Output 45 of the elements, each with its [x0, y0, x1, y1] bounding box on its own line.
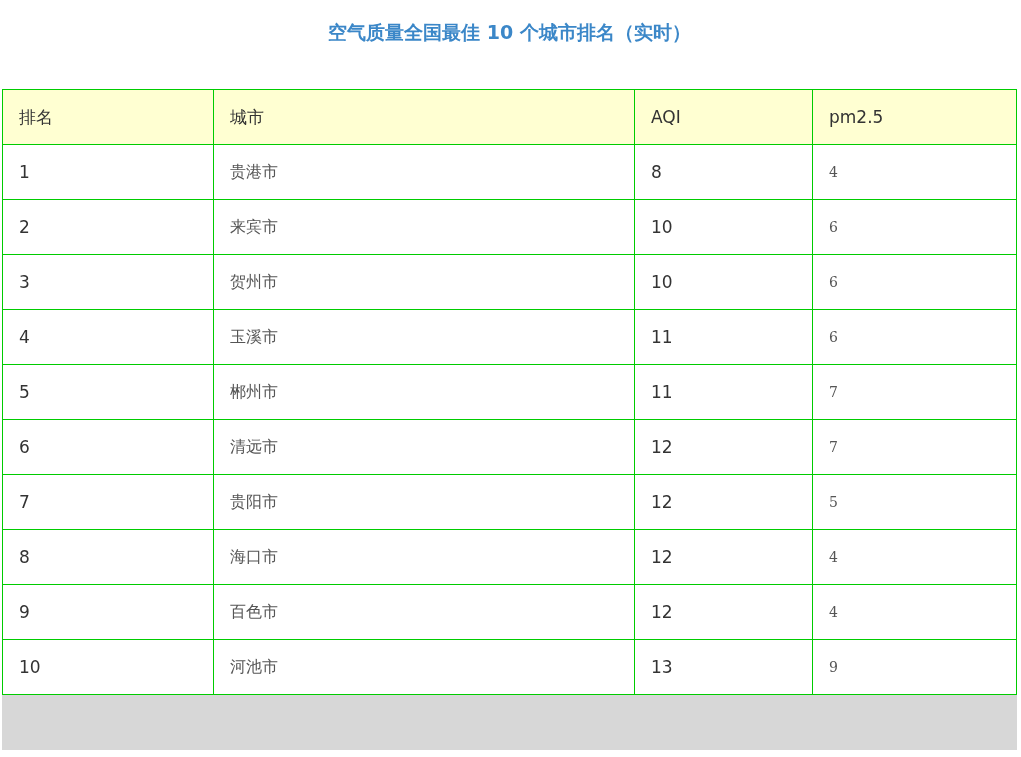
table-cell: 12 [634, 419, 813, 475]
column-header: AQI [634, 89, 813, 145]
table-cell: 10 [634, 254, 813, 310]
table-cell: 4 [812, 584, 1017, 640]
column-header: pm2.5 [812, 89, 1017, 145]
table-cell: 2 [2, 199, 214, 255]
table-cell: 12 [634, 584, 813, 640]
table-cell: 海口市 [213, 529, 635, 585]
table-cell: 7 [812, 364, 1017, 420]
table-cell: 3 [2, 254, 214, 310]
table-cell: 贺州市 [213, 254, 635, 310]
table-cell: 6 [812, 309, 1017, 365]
table-cell: 清远市 [213, 419, 635, 475]
table-cell: 10 [634, 199, 813, 255]
table-cell: 郴州市 [213, 364, 635, 420]
table-cell: 河池市 [213, 639, 635, 695]
page-title: 空气质量全国最佳 10 个城市排名（实时） [327, 20, 692, 45]
table-cell: 13 [634, 639, 813, 695]
table-cell: 百色市 [213, 584, 635, 640]
table-cell: 10 [2, 639, 214, 695]
table-cell: 4 [812, 529, 1017, 585]
table-cell: 贵港市 [213, 144, 635, 200]
table-cell: 4 [2, 309, 214, 365]
table-cell: 玉溪市 [213, 309, 635, 365]
table-cell: 贵阳市 [213, 474, 635, 530]
table-cell: 12 [634, 474, 813, 530]
table-cell: 1 [2, 144, 214, 200]
table-cell: 8 [2, 529, 214, 585]
table-cell: 5 [2, 364, 214, 420]
table-cell: 来宾市 [213, 199, 635, 255]
table-cell: 7 [2, 474, 214, 530]
column-header: 城市 [213, 89, 635, 145]
table-cell: 6 [2, 419, 214, 475]
table-cell: 12 [634, 529, 813, 585]
table-cell: 9 [812, 639, 1017, 695]
table-cell: 11 [634, 309, 813, 365]
table-cell: 4 [812, 144, 1017, 200]
table-cell: 6 [812, 199, 1017, 255]
table-cell: 9 [2, 584, 214, 640]
column-header: 排名 [2, 89, 214, 145]
table-cell: 11 [634, 364, 813, 420]
table-cell: 7 [812, 419, 1017, 475]
table-cell: 5 [812, 474, 1017, 530]
table-cell: 8 [634, 144, 813, 200]
table-cell: 6 [812, 254, 1017, 310]
